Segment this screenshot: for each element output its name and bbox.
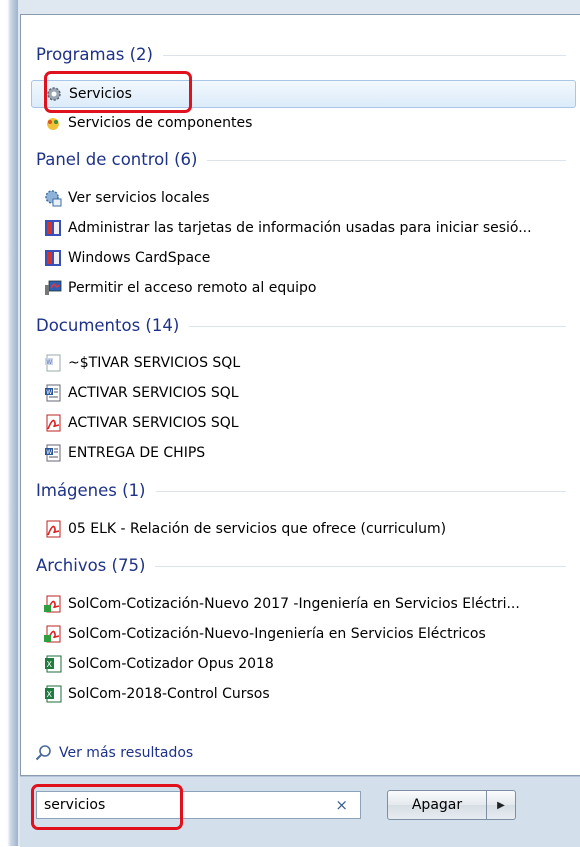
excel-icon: X [44,685,62,703]
group-title-images[interactable]: Imágenes (1) [36,481,566,500]
svg-text:W: W [46,389,52,396]
pdf-shortcut-icon [44,595,62,613]
result-item-file-cotizacion-2017[interactable]: SolCom-Cotización-Nuevo 2017 -Ingeniería… [31,590,576,618]
group-title-control-panel[interactable]: Panel de control (6) [36,150,566,169]
word-doc-icon: W [44,354,62,372]
highlight-servicios-result [44,71,192,113]
result-item-servicios-componentes[interactable]: Servicios de componentes [31,109,576,137]
group-title-documents[interactable]: Documentos (14) [36,316,566,335]
result-item-file-control-cursos[interactable]: X SolCom-2018-Control Cursos [31,680,576,708]
result-item-doc-activar-word[interactable]: W ACTIVAR SERVICIOS SQL [31,379,576,407]
shutdown-button[interactable]: Apagar [387,790,487,820]
word-doc-icon: W [44,444,62,462]
remote-desktop-icon [44,279,62,297]
result-item-windows-cardspace[interactable]: Windows CardSpace [31,244,576,272]
services-gear-icon [44,189,62,207]
svg-text:W: W [46,359,52,366]
pdf-icon [44,414,62,432]
word-doc-icon: W [44,384,62,402]
result-item-doc-activar-pdf[interactable]: ACTIVAR SERVICIOS SQL [31,409,576,437]
group-title-programs[interactable]: Programas (2) [36,45,566,64]
shutdown-options-button[interactable]: ▶ [486,790,516,820]
more-results-link[interactable]: Ver más resultados [35,744,193,761]
result-item-file-cotizador-opus[interactable]: X SolCom-Cotizador Opus 2018 [31,650,576,678]
result-item-administrar-tarjetas[interactable]: Administrar las tarjetas de información … [31,214,576,242]
chevron-right-icon: ▶ [497,799,505,811]
pdf-icon [44,520,62,538]
pdf-shortcut-icon [44,625,62,643]
result-item-doc-entrega-chips[interactable]: W ENTREGA DE CHIPS [31,439,576,467]
highlight-search-input [31,784,183,830]
cardspace-icon [44,249,62,267]
component-services-icon [44,114,62,132]
result-item-image-elk[interactable]: 05 ELK - Relación de servicios que ofrec… [31,515,576,543]
svg-text:X: X [47,690,53,699]
search-icon [35,745,51,761]
result-item-doc-temp[interactable]: W ~$TIVAR SERVICIOS SQL [31,349,576,377]
cardspace-icon [44,219,62,237]
svg-text:W: W [46,449,52,456]
result-item-acceso-remoto[interactable]: Permitir el acceso remoto al equipo [31,274,576,302]
clear-search-icon[interactable]: × [335,796,348,814]
group-title-files[interactable]: Archivos (75) [36,556,566,575]
excel-icon: X [44,655,62,673]
result-item-file-cotizacion-nuevo[interactable]: SolCom-Cotización-Nuevo-Ingeniería en Se… [31,620,576,648]
window-edge [0,0,18,846]
svg-text:X: X [47,660,53,669]
search-results-panel: Programas (2) Servicios Servicios de com… [20,14,580,776]
result-item-ver-servicios-locales[interactable]: Ver servicios locales [31,184,576,212]
